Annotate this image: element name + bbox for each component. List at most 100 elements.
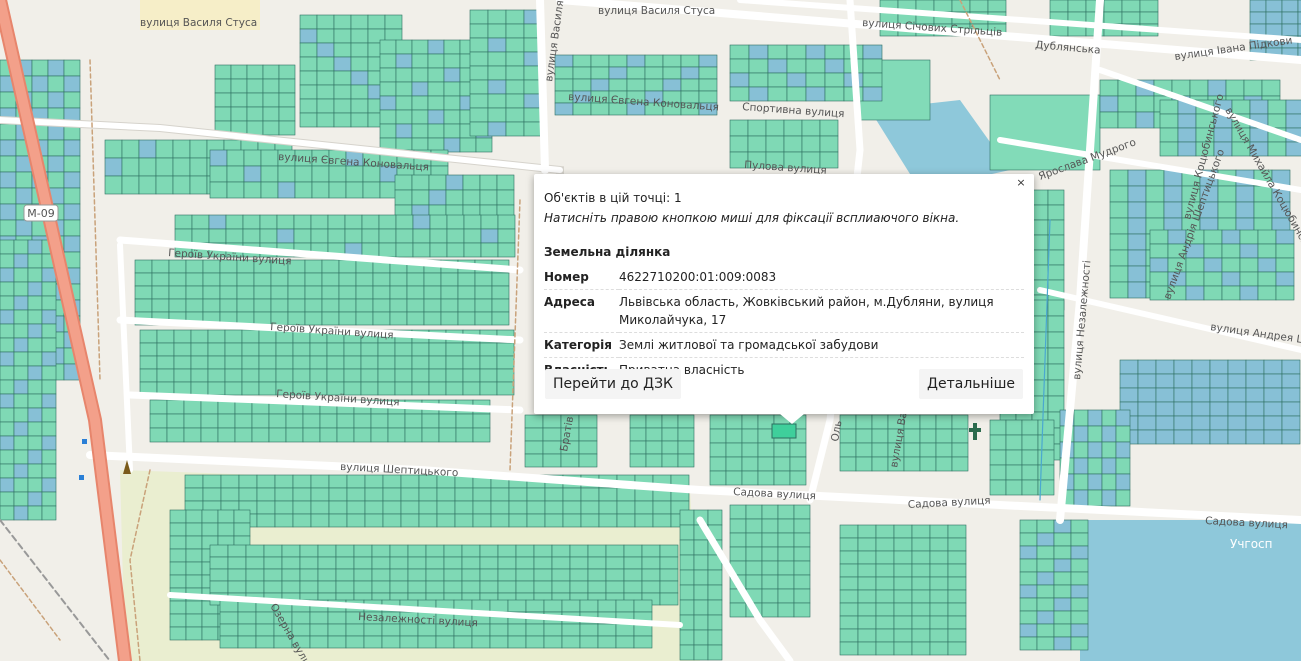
parcel[interactable] (15, 171, 33, 189)
parcel[interactable] (875, 550, 895, 565)
parcel[interactable] (255, 635, 275, 649)
parcel[interactable] (287, 272, 306, 287)
parcel[interactable] (0, 267, 15, 283)
parcel[interactable] (741, 428, 759, 444)
parcel[interactable] (693, 614, 709, 631)
parcel[interactable] (457, 272, 476, 287)
parcel[interactable] (226, 165, 245, 183)
parcel[interactable] (326, 368, 345, 383)
parcel[interactable] (207, 355, 226, 370)
parcel[interactable] (1047, 249, 1065, 266)
parcel[interactable] (1281, 401, 1301, 417)
parcel[interactable] (551, 580, 571, 594)
parcel[interactable] (0, 421, 15, 437)
parcel[interactable] (1127, 185, 1147, 203)
parcel[interactable] (598, 500, 618, 515)
parcel[interactable] (661, 414, 679, 429)
parcel[interactable] (256, 500, 276, 515)
parcel[interactable] (317, 580, 337, 594)
parcel[interactable] (389, 272, 408, 287)
parcel[interactable] (729, 546, 747, 562)
parcel[interactable] (487, 37, 507, 53)
parcel[interactable] (253, 285, 272, 300)
parcel[interactable] (748, 72, 769, 88)
parcel[interactable] (616, 513, 636, 528)
parcel[interactable] (893, 615, 913, 630)
parcel[interactable] (360, 368, 379, 383)
parcel[interactable] (1019, 532, 1038, 547)
parcel[interactable] (1117, 95, 1137, 113)
parcel[interactable] (47, 91, 65, 109)
parcel[interactable] (659, 568, 679, 582)
parcel[interactable] (479, 174, 498, 191)
parcel[interactable] (63, 75, 81, 93)
parcel[interactable] (947, 550, 967, 565)
parcel[interactable] (446, 228, 465, 244)
parcel[interactable] (777, 602, 795, 618)
parcel[interactable] (911, 524, 931, 539)
parcel[interactable] (824, 86, 845, 102)
parcel[interactable] (1173, 415, 1193, 431)
parcel[interactable] (598, 513, 618, 528)
parcel[interactable] (1265, 23, 1283, 37)
parcel[interactable] (155, 139, 174, 159)
parcel[interactable] (1087, 441, 1103, 459)
parcel[interactable] (839, 602, 859, 617)
parcel[interactable] (551, 556, 571, 570)
parcel[interactable] (725, 414, 743, 430)
parcel[interactable] (27, 379, 43, 395)
parcel[interactable] (1067, 0, 1087, 13)
parcel[interactable] (496, 342, 515, 357)
parcel[interactable] (168, 259, 187, 274)
parcel[interactable] (1036, 597, 1055, 612)
parcel[interactable] (395, 109, 413, 125)
parcel[interactable] (389, 298, 408, 313)
parcel[interactable] (505, 93, 525, 109)
parcel[interactable] (1149, 229, 1169, 245)
parcel[interactable] (461, 568, 481, 582)
parcel[interactable] (1245, 373, 1265, 389)
parcel[interactable] (149, 399, 168, 415)
parcel[interactable] (411, 189, 430, 206)
parcel[interactable] (505, 79, 525, 95)
parcel[interactable] (1021, 419, 1039, 436)
parcel[interactable] (436, 487, 456, 502)
parcel[interactable] (587, 580, 607, 594)
parcel[interactable] (0, 477, 15, 493)
parcel[interactable] (214, 106, 232, 122)
parcel[interactable] (454, 500, 474, 515)
parcel[interactable] (491, 272, 510, 287)
parcel[interactable] (302, 427, 321, 443)
parcel[interactable] (41, 267, 57, 283)
parcel[interactable] (793, 560, 811, 576)
parcel[interactable] (911, 628, 931, 643)
parcel[interactable] (469, 93, 489, 109)
parcel[interactable] (317, 544, 337, 558)
parcel[interactable] (0, 337, 15, 353)
parcel[interactable] (947, 602, 967, 617)
parcel[interactable] (310, 474, 330, 489)
parcel[interactable] (533, 568, 553, 582)
parcel[interactable] (275, 342, 294, 357)
parcel[interactable] (987, 0, 1007, 13)
parcel[interactable] (406, 311, 425, 326)
parcel[interactable] (292, 474, 312, 489)
parcel[interactable] (1037, 434, 1055, 451)
parcel[interactable] (166, 399, 185, 415)
parcel[interactable] (338, 259, 357, 274)
parcel[interactable] (382, 474, 402, 489)
parcel[interactable] (169, 509, 187, 524)
parcel[interactable] (333, 14, 352, 30)
parcel[interactable] (317, 568, 337, 582)
parcel[interactable] (209, 181, 228, 199)
parcel[interactable] (1127, 217, 1147, 235)
parcel[interactable] (245, 544, 265, 558)
parcel[interactable] (561, 599, 581, 613)
parcel[interactable] (1209, 387, 1229, 403)
parcel[interactable] (1070, 597, 1089, 612)
parcel[interactable] (1239, 257, 1259, 273)
parcel[interactable] (1103, 0, 1123, 13)
parcel[interactable] (13, 295, 29, 311)
parcel[interactable] (219, 285, 238, 300)
parcel[interactable] (523, 121, 543, 137)
